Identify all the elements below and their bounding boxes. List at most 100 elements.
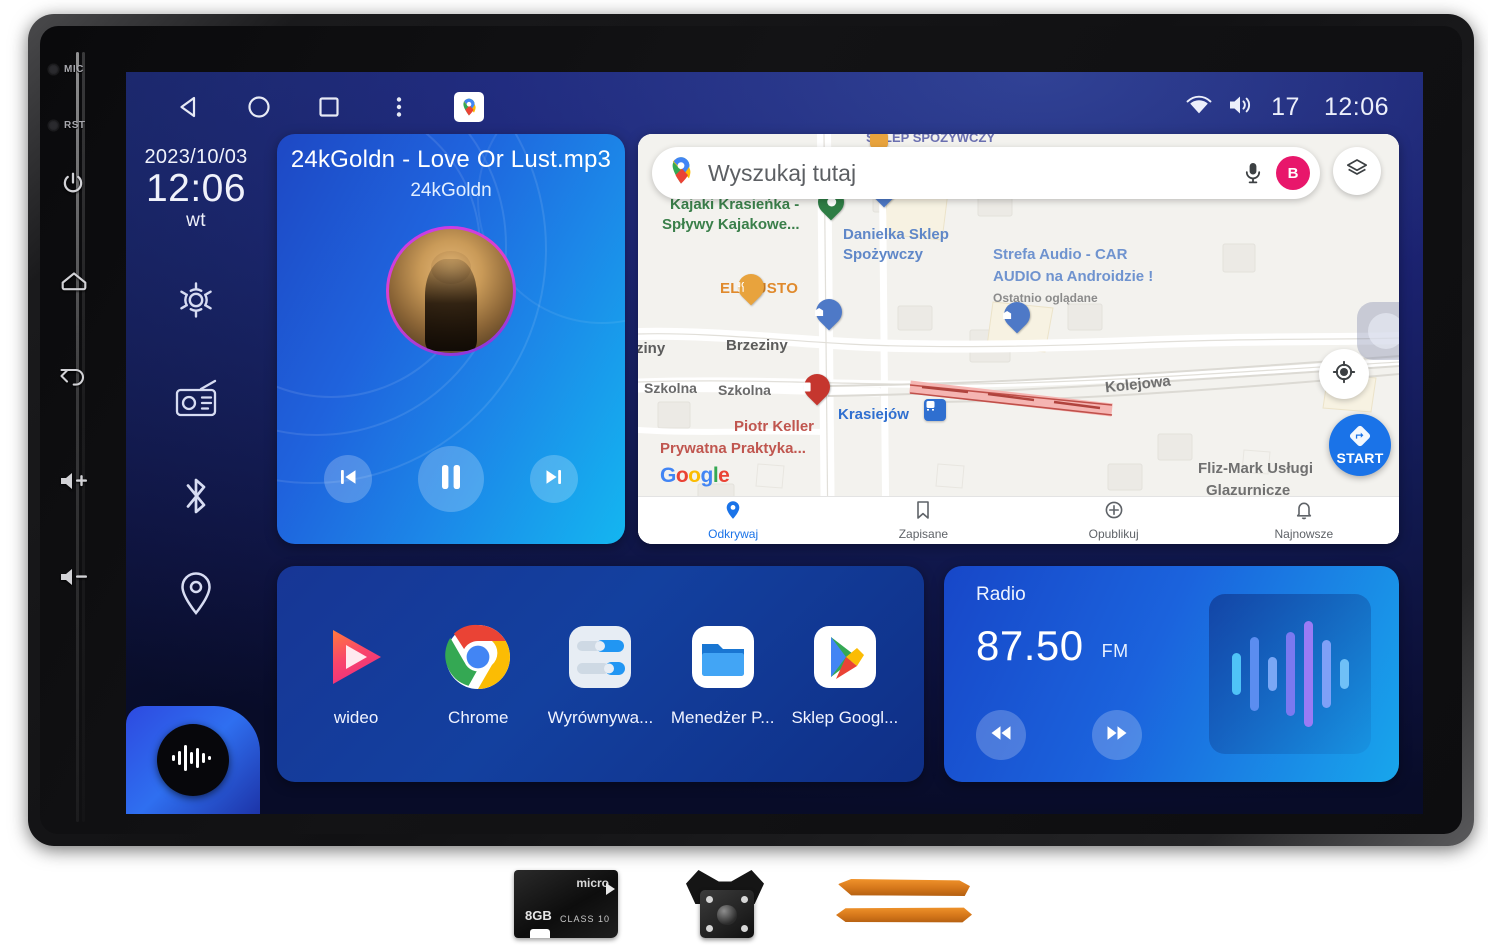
album-art xyxy=(389,229,513,353)
radio-controls xyxy=(976,710,1142,760)
nav-recents-button[interactable] xyxy=(294,80,364,134)
map-pin-elgusto[interactable] xyxy=(732,268,770,306)
pin-icon xyxy=(724,500,742,525)
nav-back-button[interactable] xyxy=(154,80,224,134)
left-dock: 2023/10/03 12:06 wt xyxy=(126,134,266,814)
bezel-mic-label: MIC xyxy=(64,63,84,75)
radio-seek-up-button[interactable] xyxy=(1092,710,1142,760)
equalizer-bars-icon xyxy=(1209,594,1371,754)
waveform-icon xyxy=(170,743,216,778)
nav-maps-shortcut[interactable] xyxy=(434,80,504,134)
bezel-volume-down-button[interactable] xyxy=(58,560,130,594)
rewind-icon xyxy=(989,723,1013,748)
play-store-icon xyxy=(808,620,882,694)
chrome-icon xyxy=(441,620,515,694)
radio-widget-card[interactable]: Radio 87.50 FM xyxy=(944,566,1399,782)
map-pin-krasiejow-station[interactable] xyxy=(924,399,946,421)
dock-bluetooth-button[interactable] xyxy=(164,466,228,526)
map-pin-strefa-audio[interactable] xyxy=(998,296,1036,334)
home-icon xyxy=(60,268,88,294)
map-nav-updates[interactable]: Najnowsze xyxy=(1209,497,1399,544)
album-art-ring xyxy=(386,226,516,356)
folder-icon xyxy=(686,620,760,694)
app-label-equalizer: Wyrównywa... xyxy=(547,708,654,727)
bezel-reset[interactable]: RST xyxy=(48,108,120,142)
map-layers-button[interactable] xyxy=(1333,147,1381,195)
clock-widget[interactable]: 2023/10/03 12:06 wt xyxy=(144,146,247,232)
radio-frequency: 87.50 xyxy=(976,622,1084,669)
bluetooth-icon xyxy=(176,471,216,521)
map-drag-handle[interactable] xyxy=(1357,302,1399,360)
dock-settings-button[interactable] xyxy=(164,270,228,330)
gear-icon xyxy=(172,276,220,324)
bezel-back-button[interactable] xyxy=(58,360,130,394)
map-label-krasiejow: Krasiejów xyxy=(838,406,909,423)
status-bar: 17 12:06 xyxy=(126,72,1423,142)
map-label-piotr-keller: Piotr Keller xyxy=(734,418,815,435)
google-maps-card[interactable]: SKLEP SPOZYWCZY Kajaki Krasieńka - Spływ… xyxy=(638,134,1399,544)
media-artist-name: 24kGoldn xyxy=(410,180,492,201)
app-item-play-store[interactable]: Sklep Googl... xyxy=(786,620,904,728)
app-item-file-manager[interactable]: Menedżer P... xyxy=(664,620,782,728)
app-label-wideo: wideo xyxy=(333,708,379,727)
accessories-strip: micromicro SD 8GB CLASS 10 xyxy=(0,858,1488,950)
map-bottom-navigation: Odkrywaj Zapisane Opublikuj Najnowsze xyxy=(638,496,1399,544)
map-nav-explore[interactable]: Odkrywaj xyxy=(638,497,828,544)
nav-more-button[interactable] xyxy=(364,80,434,134)
bezel-home-button[interactable] xyxy=(60,264,132,298)
radio-seek-down-button[interactable] xyxy=(976,710,1026,760)
microsd-class: CLASS 10 xyxy=(559,914,610,924)
microsd-card: micromicro SD 8GB CLASS 10 xyxy=(514,870,618,938)
power-icon xyxy=(60,170,86,196)
dock-radio-button[interactable] xyxy=(164,368,228,428)
hardware-button-rail: MIC RST xyxy=(40,26,126,834)
volume-up-icon xyxy=(58,470,90,492)
map-pin-shop[interactable] xyxy=(810,293,848,331)
app-item-chrome[interactable]: Chrome xyxy=(419,620,537,728)
dock-navigation-button[interactable] xyxy=(164,564,228,624)
bezel-volume-up-button[interactable] xyxy=(58,464,130,498)
radio-frequency-row: 87.50 FM xyxy=(976,622,1129,670)
map-nav-contribute[interactable]: Opublikuj xyxy=(1019,497,1209,544)
previous-track-button[interactable] xyxy=(324,455,372,503)
app-shortcuts-card: wideo Chrome Wyrównywa... Menedżer P... … xyxy=(277,566,924,782)
avatar[interactable]: B xyxy=(1276,156,1310,190)
pry-tool-hook xyxy=(838,879,970,896)
nav-home-button[interactable] xyxy=(224,80,294,134)
microphone-icon[interactable] xyxy=(1236,156,1270,190)
layers-icon xyxy=(1345,157,1369,186)
app-label-file-manager: Menedżer P... xyxy=(670,708,775,727)
map-my-location-button[interactable] xyxy=(1319,349,1369,399)
voice-assistant-orb[interactable] xyxy=(157,724,229,796)
skip-previous-icon xyxy=(337,466,359,493)
camera-lens-icon xyxy=(717,905,737,925)
app-item-wideo[interactable]: wideo xyxy=(297,620,415,728)
media-player-card[interactable]: 24kGoldn - Love Or Lust.mp3 24kGoldn xyxy=(277,134,625,544)
bezel-power-button[interactable] xyxy=(60,166,132,200)
search-input[interactable]: Wyszukaj tutaj xyxy=(708,160,1236,187)
fast-forward-icon xyxy=(1105,723,1129,748)
app-item-equalizer[interactable]: Wyrównywa... xyxy=(541,620,659,728)
status-indicators: 17 12:06 xyxy=(1185,93,1389,122)
map-label-danielka-1: Danielka Sklep xyxy=(843,226,949,243)
map-pin-piotr-keller[interactable] xyxy=(798,368,836,406)
video-play-icon xyxy=(319,620,393,694)
map-label-danielka-2: Spożywczy xyxy=(843,246,924,263)
map-search-bar[interactable]: Wyszukaj tutaj B xyxy=(652,147,1320,199)
play-pause-button[interactable] xyxy=(418,446,484,512)
bezel-reset-label: RST xyxy=(64,119,86,131)
next-track-button[interactable] xyxy=(530,455,578,503)
map-label-strefa-2: AUDIO na Androidzie ! xyxy=(993,268,1154,285)
map-label-kajaki-2: Spływy Kajakowe... xyxy=(662,216,800,233)
map-nav-saved[interactable]: Zapisane xyxy=(828,497,1018,544)
back-arrow-icon xyxy=(58,364,88,390)
map-nav-contribute-label: Opublikuj xyxy=(1088,527,1139,541)
map-label-brzeziny: Brzeziny xyxy=(726,337,788,354)
map-nav-updates-label: Najnowsze xyxy=(1274,527,1334,541)
map-start-navigation-button[interactable]: START xyxy=(1329,414,1391,476)
navigation-arrow-icon xyxy=(1349,425,1371,452)
bell-icon xyxy=(1295,500,1313,525)
mic-hole-icon xyxy=(48,63,59,75)
map-label-prywatna: Prywatna Praktyka... xyxy=(660,440,806,457)
voice-assistant-card[interactable] xyxy=(126,706,260,814)
